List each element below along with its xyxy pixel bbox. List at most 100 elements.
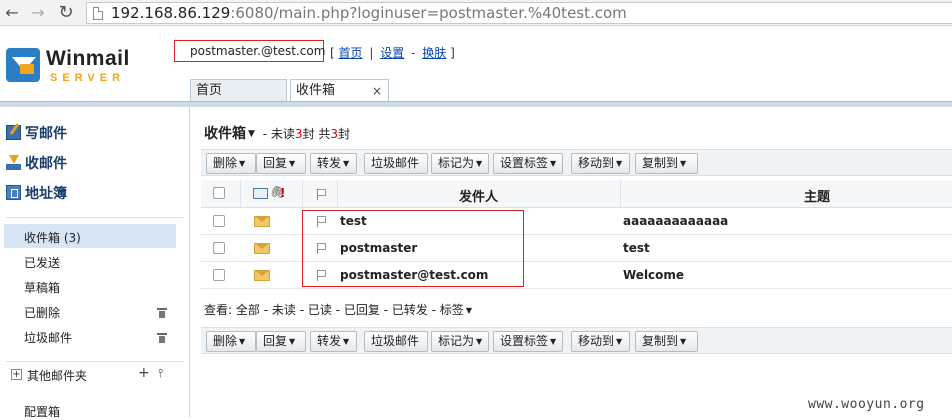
chevron-down-icon: ▼ <box>616 337 623 346</box>
chevron-down-icon: ▼ <box>550 159 557 168</box>
unread-prefix: - 未读 <box>262 127 295 141</box>
tab-inbox[interactable]: 收件箱 × <box>290 79 389 102</box>
settings-link[interactable]: 设置 <box>380 46 404 60</box>
sender-column-header[interactable]: 发件人 <box>459 186 498 205</box>
delete-button[interactable]: 删除 ▼ <box>206 153 256 174</box>
column-separator <box>620 180 621 208</box>
junk-button[interactable]: 垃圾邮件 <box>364 331 428 352</box>
folder-inbox[interactable]: 收件箱 (3) <box>24 229 81 246</box>
mark-as-label: 标记为 <box>438 156 475 170</box>
set-tag-button[interactable]: 设置标签 ▼ <box>493 331 563 352</box>
url-host: 192.168.86.129 <box>111 4 231 22</box>
total-prefix: 封 共 <box>302 127 331 141</box>
unread-mail-icon <box>254 216 270 227</box>
set-tag-button[interactable]: 设置标签 ▼ <box>493 153 563 174</box>
reply-button[interactable]: 回复 ▼ <box>256 153 306 174</box>
filter-tag[interactable]: 标签 <box>440 303 464 317</box>
browser-toolbar: ← → ↻ 192.168.86.129:6080/main.php?login… <box>0 0 952 26</box>
folder-sent[interactable]: 已发送 <box>24 254 60 271</box>
filter-unread[interactable]: 未读 <box>272 303 296 317</box>
tab-inbox-label: 收件箱 <box>296 83 336 98</box>
copy-to-label: 复制到 <box>642 156 679 170</box>
unread-mail-icon <box>254 243 270 254</box>
forward-label: 转发 <box>317 156 342 170</box>
chevron-down-icon[interactable]: ▼ <box>466 306 472 315</box>
chevron-down-icon: ▼ <box>616 159 623 168</box>
address-book-button[interactable]: 地址簿 <box>6 183 67 203</box>
receive-label: 收邮件 <box>25 156 67 172</box>
compose-button[interactable]: 写邮件 <box>6 123 67 143</box>
forward-button[interactable]: 转发 ▼ <box>310 331 357 352</box>
compose-label: 写邮件 <box>25 126 67 142</box>
folder-title[interactable]: 收件箱 <box>204 126 246 142</box>
subject-cell[interactable]: Welcome <box>623 268 684 282</box>
copy-to-button[interactable]: 复制到 ▼ <box>635 331 698 352</box>
folder-deleted[interactable]: 已删除 <box>24 304 60 321</box>
forward-button[interactable]: 转发 ▼ <box>310 153 357 174</box>
skin-link[interactable]: 换肤 <box>422 46 446 60</box>
subject-cell[interactable]: aaaaaaaaaaaaa <box>623 214 728 228</box>
empty-junk-icon[interactable] <box>157 333 167 343</box>
filter-all[interactable]: 全部 <box>236 303 260 317</box>
table-header: 发件人 主题 <box>201 180 952 208</box>
mark-as-button[interactable]: 标记为 ▼ <box>431 331 489 352</box>
chevron-down-icon: ▼ <box>289 337 296 346</box>
winmail-logo: Winmail SERVER <box>6 44 156 90</box>
home-link[interactable]: 首页 <box>339 46 363 60</box>
filter-forwarded[interactable]: 已转发 <box>392 303 428 317</box>
filter-read[interactable]: 已读 <box>308 303 332 317</box>
unread-mail-icon <box>254 270 270 281</box>
subject-cell[interactable]: test <box>623 241 650 255</box>
logo-subtitle: SERVER <box>50 72 126 84</box>
folder-junk[interactable]: 垃圾邮件 <box>24 329 72 346</box>
forward-icon[interactable]: → <box>28 3 48 23</box>
total-count: 3 <box>330 127 339 141</box>
expand-icon[interactable]: + <box>11 369 22 380</box>
tab-home[interactable]: 首页 <box>190 79 287 102</box>
mark-as-label: 标记为 <box>438 334 475 348</box>
folder-drafts[interactable]: 草稿箱 <box>24 279 60 296</box>
address-book-label: 地址簿 <box>25 186 67 202</box>
empty-deleted-icon[interactable] <box>157 308 167 318</box>
top-links: [ 首页 | 设置 - 换肤 ] <box>330 44 455 61</box>
chevron-down-icon: ▼ <box>550 337 557 346</box>
reply-button[interactable]: 回复 ▼ <box>256 331 306 352</box>
delete-button[interactable]: 删除 ▼ <box>206 331 256 352</box>
folder-config[interactable]: 配置箱 <box>24 403 60 420</box>
subject-column-header[interactable]: 主题 <box>804 186 830 205</box>
move-to-label: 移动到 <box>578 156 615 170</box>
copy-to-button[interactable]: 复制到 ▼ <box>635 153 698 174</box>
move-to-button[interactable]: 移动到 ▼ <box>571 331 630 352</box>
move-to-button[interactable]: 移动到 ▼ <box>571 153 630 174</box>
receive-button[interactable]: 收邮件 <box>6 153 67 173</box>
chevron-down-icon: ▼ <box>680 159 687 168</box>
mark-as-button[interactable]: 标记为 ▼ <box>431 153 489 174</box>
forward-label: 转发 <box>317 334 342 348</box>
junk-button[interactable]: 垃圾邮件 <box>364 153 428 174</box>
user-highlight-box: postmaster.@test.com <box>174 40 325 62</box>
pin-icon[interactable]: ⫯ <box>158 366 163 381</box>
address-bar[interactable]: 192.168.86.129:6080/main.php?loginuser=p… <box>86 2 952 24</box>
set-tag-label: 设置标签 <box>500 156 549 170</box>
select-all-checkbox[interactable] <box>213 187 225 199</box>
priority-header-icon: ! <box>280 186 286 200</box>
chevron-down-icon[interactable]: ▼ <box>248 129 255 139</box>
add-folder-icon[interactable]: + <box>138 365 150 381</box>
toolbar-bottom: 删除 ▼ 回复 ▼ 转发 ▼ 垃圾邮件 标记为 ▼ 设置标签 ▼ 移动到 ▼ 复制到 ▼ <box>201 327 952 354</box>
other-folders[interactable]: 其他邮件夹 <box>27 367 87 384</box>
move-to-label: 移动到 <box>578 334 615 348</box>
reload-icon[interactable]: ↻ <box>56 3 76 23</box>
logo-wordmark: Winmail <box>46 47 130 70</box>
close-tab-icon[interactable]: × <box>372 80 382 102</box>
row-checkbox[interactable] <box>213 269 225 281</box>
url-text: 192.168.86.129:6080/main.php?loginuser=p… <box>111 4 627 23</box>
sender-highlight-box <box>302 210 524 287</box>
view-filter: 查看: 全部 - 未读 - 已读 - 已回复 - 已转发 - 标签 ▼ <box>204 303 472 317</box>
filter-replied[interactable]: 已回复 <box>344 303 380 317</box>
row-checkbox[interactable] <box>213 215 225 227</box>
column-separator <box>337 180 338 208</box>
divider <box>6 217 184 218</box>
row-checkbox[interactable] <box>213 242 225 254</box>
back-icon[interactable]: ← <box>2 3 22 23</box>
reply-label: 回复 <box>263 334 288 348</box>
